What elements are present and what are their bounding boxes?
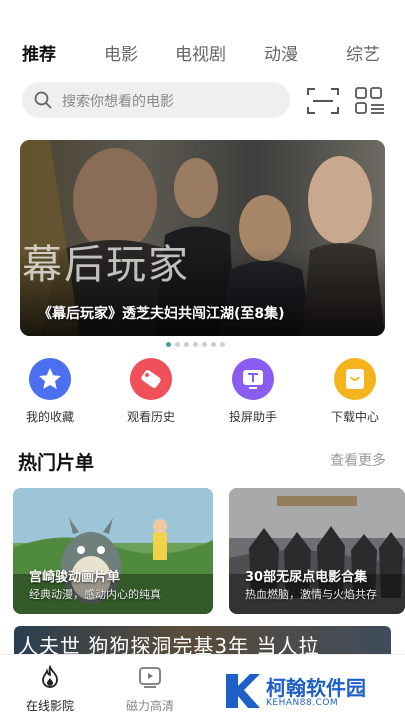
tab-recommend[interactable]: 推荐 (22, 40, 56, 65)
play-box-icon (139, 667, 161, 688)
flame-icon (42, 665, 58, 688)
pagination-dot[interactable] (166, 342, 171, 347)
view-more-link[interactable]: 查看更多 (330, 450, 386, 470)
tab-tv-series[interactable]: 电视剧 (175, 40, 226, 65)
download-center-label: 下载中心 (330, 410, 379, 424)
favorites-label: 我的收藏 (25, 410, 74, 424)
pagination-dot[interactable] (211, 342, 216, 347)
tab-movie[interactable]: 电影 (104, 40, 138, 65)
category-tabs: 推荐 电影 电视剧 动漫 综艺 (0, 40, 405, 72)
hero-banner[interactable]: 幕后玩家 《幕后玩家》透芝夫妇共闯江湖(至8集) (20, 140, 385, 336)
search-placeholder: 搜索你想看的电影 (62, 94, 174, 110)
pagination-dot[interactable] (202, 342, 207, 347)
watermark-title: 柯翰软件园 (266, 676, 366, 700)
tab-anime[interactable]: 动漫 (264, 40, 298, 65)
star-icon (29, 358, 71, 400)
banner-title-art: 幕后玩家 (22, 242, 190, 288)
card-subtitle: 热血燃脑，激情与火焰共存 (245, 588, 377, 601)
nav-online-cinema[interactable]: 在线影院 (10, 663, 90, 715)
card-subtitle: 经典动漫，感动内心的纯真 (29, 588, 161, 601)
cast-assistant-button[interactable]: 投屏助手 (218, 358, 288, 428)
pagination-dot[interactable] (184, 342, 189, 347)
pagination-dot[interactable] (220, 342, 225, 347)
watermark-subtitle: KEHAN88.COM (266, 698, 339, 708)
watermark-logo: 柯翰软件园 KEHAN88.COM (222, 668, 402, 712)
download-box-icon (334, 358, 376, 400)
playlist-card-no-filler-movies[interactable]: 30部无尿点电影合集 热血燃脑，激情与火焰共存 (229, 488, 405, 614)
pagination-dot[interactable] (175, 342, 180, 347)
favorites-button[interactable]: 我的收藏 (15, 358, 85, 428)
banner-caption: 《幕后玩家》透芝夫妇共闯江湖(至8集) (38, 306, 285, 322)
nav-magnet-hd-label: 磁力高清 (125, 699, 174, 713)
pagination-dot[interactable] (193, 342, 198, 347)
history-label: 观看历史 (126, 410, 175, 424)
grid-menu-icon[interactable] (354, 86, 386, 116)
history-tag-icon (130, 358, 172, 400)
k-logo-icon (226, 674, 260, 708)
cast-assistant-label: 投屏助手 (228, 410, 277, 424)
tv-cast-icon (232, 358, 274, 400)
search-input[interactable]: 搜索你想看的电影 (22, 82, 290, 118)
card-title: 宫崎骏动画片单 (29, 570, 121, 585)
hot-lists-title: 热门片单 (18, 452, 95, 474)
download-center-button[interactable]: 下载中心 (320, 358, 390, 428)
playlist-card-ghibli[interactable]: 宫崎骏动画片单 经典动漫，感动内心的纯真 (13, 488, 213, 614)
card-title: 30部无尿点电影合集 (245, 570, 368, 585)
nav-magnet-hd[interactable]: 磁力高清 (110, 663, 190, 715)
scan-icon[interactable] (306, 86, 340, 116)
tab-variety[interactable]: 综艺 (346, 40, 380, 65)
search-icon (34, 91, 52, 109)
nav-online-cinema-label: 在线影院 (25, 699, 74, 713)
history-button[interactable]: 观看历史 (116, 358, 186, 428)
